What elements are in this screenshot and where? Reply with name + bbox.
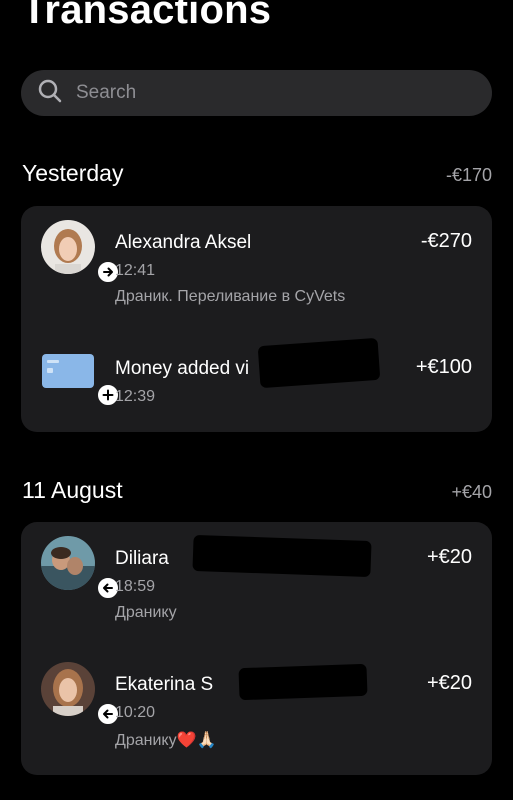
search-bar[interactable] [21, 70, 492, 116]
transaction-name: Alexandra Aksel [115, 232, 252, 253]
transaction-time: 12:41 [115, 262, 156, 279]
search-input[interactable] [76, 82, 456, 104]
transaction-row[interactable]: Alexandra Aksel -€270 12:41 Драник. Пере… [21, 220, 492, 342]
page-title: Transactions [22, 0, 272, 32]
transaction-time: 12:39 [115, 388, 156, 405]
section-total: +€40 [451, 482, 492, 502]
section-total: -€170 [445, 165, 492, 185]
transaction-row[interactable]: Ekaterina S +€20 10:20 Дранику❤️🙏🏻 [21, 662, 492, 784]
transaction-note: Дранику [115, 604, 177, 621]
transaction-time: 18:59 [115, 578, 156, 595]
avatar [41, 536, 95, 590]
transaction-row[interactable]: Money added vi +€100 12:39 [21, 337, 492, 418]
redaction-mark [192, 534, 372, 578]
redaction-mark [257, 337, 381, 389]
transactions-card: Diliara +€20 18:59 Дранику Ekaterina S +… [21, 522, 492, 775]
transaction-note: Драник. Переливание в CyVets [115, 288, 346, 305]
transaction-amount: +€100 [415, 356, 472, 378]
section-header-yesterday: Yesterday -€170 [22, 160, 492, 187]
bank-card-icon [41, 354, 95, 388]
section-title: 11 August [22, 477, 123, 503]
transaction-name: Ekaterina S [115, 674, 214, 695]
transaction-name: Diliara [115, 548, 169, 569]
transaction-amount: +€20 [426, 546, 472, 568]
transaction-note: Дранику❤️🙏🏻 [115, 732, 217, 749]
transaction-amount: -€270 [420, 230, 472, 252]
transactions-card: Alexandra Aksel -€270 12:41 Драник. Пере… [21, 206, 492, 432]
section-title: Yesterday [22, 160, 124, 186]
transaction-row[interactable]: Diliara +€20 18:59 Дранику [21, 534, 492, 658]
transaction-amount: +€20 [426, 672, 472, 694]
section-header-11-august: 11 August +€40 [22, 477, 492, 504]
avatar [41, 662, 95, 716]
search-icon [37, 78, 63, 109]
transaction-time: 10:20 [115, 704, 156, 721]
transaction-name: Money added vi [115, 358, 250, 379]
avatar [41, 220, 95, 274]
redaction-mark [238, 663, 368, 701]
